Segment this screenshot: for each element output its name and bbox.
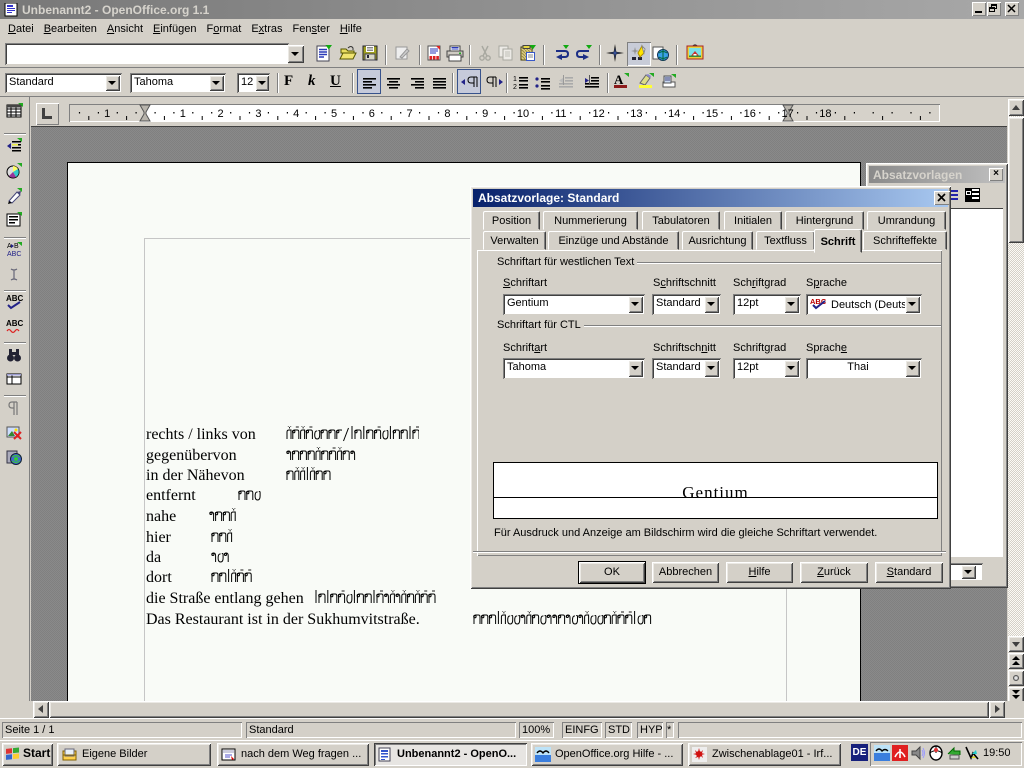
- svg-text:1: 1: [180, 108, 186, 120]
- svg-text:12: 12: [592, 108, 604, 120]
- svg-text:11: 11: [555, 108, 566, 120]
- svg-text:17: 17: [781, 108, 793, 120]
- svg-text:A: A: [614, 72, 624, 87]
- svg-text:1: 1: [513, 76, 517, 83]
- svg-text:6: 6: [369, 108, 375, 120]
- svg-text:7: 7: [407, 108, 413, 120]
- svg-text:ABC: ABC: [7, 251, 21, 258]
- svg-text:4: 4: [293, 108, 299, 120]
- svg-text:1: 1: [104, 108, 110, 120]
- svg-text:ABC: ABC: [6, 319, 24, 328]
- svg-text:2: 2: [513, 84, 517, 91]
- svg-text:9: 9: [482, 108, 488, 120]
- svg-text:13: 13: [630, 108, 642, 120]
- svg-text:14: 14: [668, 108, 680, 120]
- svg-text:B: B: [14, 243, 19, 250]
- svg-text:15: 15: [706, 108, 718, 120]
- svg-text:2: 2: [218, 108, 224, 120]
- svg-text:16: 16: [744, 108, 756, 120]
- svg-text:18: 18: [819, 108, 831, 120]
- svg-text:8: 8: [444, 108, 450, 120]
- svg-text:5: 5: [331, 108, 337, 120]
- svg-text:ABC: ABC: [6, 294, 24, 303]
- svg-text:10: 10: [517, 108, 529, 120]
- svg-text:3: 3: [255, 108, 261, 120]
